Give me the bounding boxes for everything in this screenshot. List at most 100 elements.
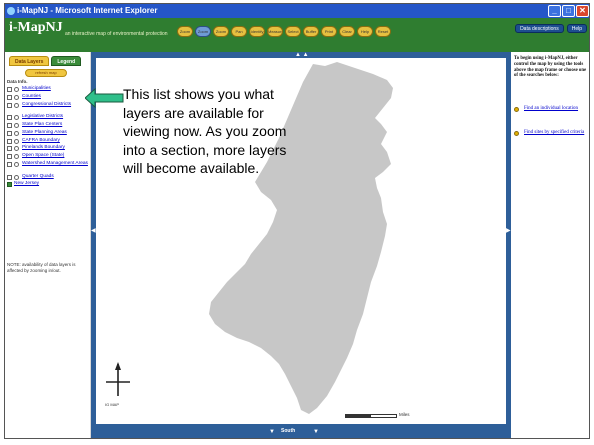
layer-row[interactable]: State Plan Centers xyxy=(7,122,91,130)
refresh-map-button[interactable]: refresh map xyxy=(25,69,67,77)
layers-heading: Data Info. xyxy=(7,79,28,84)
app-tagline: an interactive map of environmental prot… xyxy=(65,31,168,37)
layer-row[interactable]: Pinelands Boundary xyxy=(7,145,91,153)
window-controls: _ □ ✕ xyxy=(548,5,589,17)
layer-label[interactable]: CAFRA Boundary xyxy=(22,138,60,143)
toolbar-button[interactable]: Pan xyxy=(231,26,247,37)
layers-panel: Data Layers Legend refresh map Data Info… xyxy=(5,52,91,438)
layer-active-radio[interactable] xyxy=(14,161,19,167)
panel-tabs: Data Layers Legend xyxy=(9,56,82,66)
toolbar-button[interactable]: Clear xyxy=(339,26,355,37)
pan-north-bar[interactable]: ▲ ▲ xyxy=(91,52,511,58)
toolbar-button[interactable]: Zoom out xyxy=(213,26,229,37)
layer-label[interactable]: State Planning Areas xyxy=(22,130,67,135)
layer-visibility-checkbox[interactable] xyxy=(7,115,12,121)
layer-visibility-checkbox[interactable] xyxy=(7,138,12,144)
layer-active-radio[interactable] xyxy=(14,102,19,108)
layer-active-radio[interactable] xyxy=(14,146,19,152)
layer-active-radio[interactable] xyxy=(14,87,19,92)
compass-label: IG MAP xyxy=(105,402,120,407)
layer-active-radio[interactable] xyxy=(14,174,19,180)
layer-active-radio[interactable] xyxy=(14,115,19,121)
layer-label[interactable]: Watershed Management Areas xyxy=(22,161,88,166)
layer-label[interactable]: State Plan Centers xyxy=(22,122,62,127)
layer-visibility-checkbox[interactable] xyxy=(7,146,12,152)
find-sites-link[interactable]: Find sites by specified criteria xyxy=(514,130,589,136)
layer-row[interactable]: Legislative Districts xyxy=(7,114,91,122)
pan-south-icon-right[interactable]: ▼ xyxy=(313,429,319,435)
data-descriptions-button[interactable]: Data descriptions xyxy=(515,24,564,33)
layer-active-radio[interactable] xyxy=(14,138,19,144)
layer-visibility-checkbox[interactable] xyxy=(7,154,12,160)
pan-east-icon[interactable]: ▶ xyxy=(506,228,511,234)
pan-west-icon[interactable]: ◀ xyxy=(91,228,96,234)
scale-label: Miles xyxy=(399,412,410,417)
layer-active-radio[interactable] xyxy=(14,130,19,136)
pan-south-bar[interactable]: ▼ ▼ xyxy=(91,424,511,438)
app-logo: i-MapNJ xyxy=(9,20,63,35)
bullet-icon xyxy=(514,131,519,136)
minimize-button[interactable]: _ xyxy=(548,5,561,17)
toolbar-button[interactable]: Print xyxy=(321,26,337,37)
find-sites-label[interactable]: Find sites by specified criteria xyxy=(524,130,584,136)
map-toolbar: ZoomZoom inZoom outPanIdentifyMeasureSel… xyxy=(177,26,391,37)
ie-icon xyxy=(7,7,15,15)
scale-bar xyxy=(345,414,397,418)
find-location-link[interactable]: Find an individual location xyxy=(514,106,589,112)
pan-north-icon[interactable]: ▲ ▲ xyxy=(295,52,309,58)
layer-label[interactable]: Quarter Quads xyxy=(22,174,54,179)
layer-visibility-checkbox[interactable] xyxy=(7,182,12,188)
bullet-icon xyxy=(514,107,519,112)
layer-label[interactable]: New Jersey xyxy=(14,181,39,186)
layer-label[interactable]: Congressional Districts xyxy=(22,102,71,107)
toolbar-button[interactable]: Select xyxy=(285,26,301,37)
help-button[interactable]: Help xyxy=(566,24,587,33)
toolbar-button[interactable]: Buffer xyxy=(303,26,319,37)
layer-visibility-checkbox[interactable] xyxy=(7,130,12,136)
tab-data-layers[interactable]: Data Layers xyxy=(9,56,50,66)
toolbar-button[interactable]: Help xyxy=(357,26,373,37)
toolbar-button[interactable]: Zoom in xyxy=(195,26,211,37)
layers-note: NOTE: availability of data layers is aff… xyxy=(7,262,76,273)
callout-text: This list shows you what layers are avai… xyxy=(123,86,287,176)
compass-icon xyxy=(106,362,130,396)
toolbar-button[interactable]: Zoom xyxy=(177,26,193,37)
layer-label[interactable]: Counties xyxy=(22,94,41,99)
search-intro-text: To begin using i-MapNJ, either control t… xyxy=(514,56,587,79)
layer-visibility-checkbox[interactable] xyxy=(7,123,12,129)
maximize-button[interactable]: □ xyxy=(562,5,575,17)
callout-arrow-icon xyxy=(85,88,124,108)
window-title: i-MapNJ - Microsoft Internet Explorer xyxy=(17,6,158,15)
layer-active-radio[interactable] xyxy=(14,154,19,160)
search-panel: To begin using i-MapNJ, either control t… xyxy=(511,52,589,438)
layer-visibility-checkbox[interactable] xyxy=(7,174,12,180)
toolbar-button[interactable]: Measure xyxy=(267,26,283,37)
pan-west-bar[interactable]: ◀ xyxy=(91,52,96,438)
layer-label[interactable]: Pinelands Boundary xyxy=(22,145,65,150)
layer-active-radio[interactable] xyxy=(14,123,19,129)
layer-label[interactable]: Municipalities xyxy=(22,86,51,91)
toolbar-button[interactable]: Identify xyxy=(249,26,265,37)
tab-legend[interactable]: Legend xyxy=(51,56,82,66)
pan-south-icon-left[interactable]: ▼ xyxy=(269,429,275,435)
close-button[interactable]: ✕ xyxy=(576,5,589,17)
layer-visibility-checkbox[interactable] xyxy=(7,94,12,100)
layer-visibility-checkbox[interactable] xyxy=(7,102,12,108)
app-header: i-MapNJ an interactive map of environmen… xyxy=(5,18,589,52)
layer-row[interactable]: Open Space (State) xyxy=(7,153,91,161)
layer-row[interactable]: State Planning Areas xyxy=(7,130,91,138)
layer-label[interactable]: Open Space (State) xyxy=(22,153,64,158)
layer-visibility-checkbox[interactable] xyxy=(7,87,12,92)
browser-window: i-MapNJ - Microsoft Internet Explorer _ … xyxy=(4,3,590,439)
toolbar-button[interactable]: Reset xyxy=(375,26,391,37)
find-location-label[interactable]: Find an individual location xyxy=(524,106,578,112)
layer-row[interactable]: Watershed Management Areas xyxy=(7,161,91,174)
layer-visibility-checkbox[interactable] xyxy=(7,161,12,167)
layer-row[interactable]: Congressional Districts xyxy=(7,102,91,115)
layer-row[interactable]: Municipalities xyxy=(7,86,91,94)
layer-active-radio[interactable] xyxy=(14,94,19,100)
app-header-buttons: Data descriptions Help xyxy=(515,24,587,33)
layer-row[interactable]: New Jersey xyxy=(7,181,91,189)
layer-row[interactable]: Counties xyxy=(7,94,91,102)
layer-label[interactable]: Legislative Districts xyxy=(22,114,63,119)
